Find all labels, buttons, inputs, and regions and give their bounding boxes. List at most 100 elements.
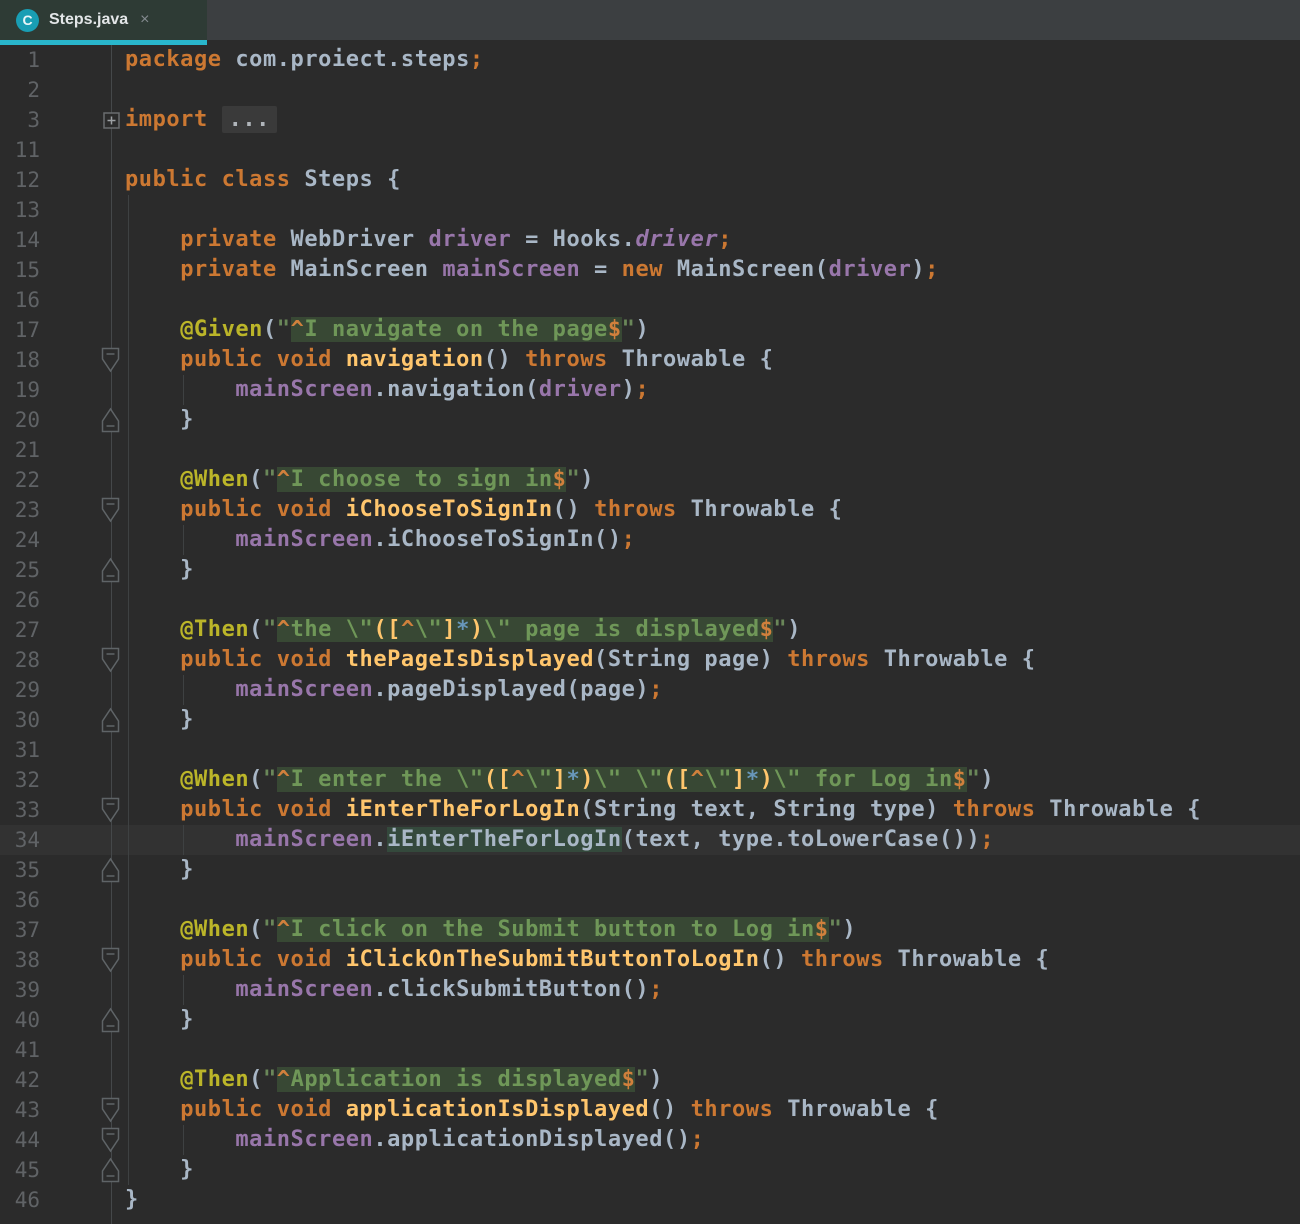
code-line: 20 } (0, 405, 1300, 435)
code-line: 38 public void iClickOnTheSubmitButtonTo… (0, 945, 1300, 975)
line-number: 43 (0, 1095, 40, 1125)
code-line: 17 @Given("^I navigate on the page$") (0, 315, 1300, 345)
line-number: 24 (0, 525, 40, 555)
line-number: 28 (0, 645, 40, 675)
line-number: 37 (0, 915, 40, 945)
code-line: 35 } (0, 855, 1300, 885)
code-line: 13 (0, 195, 1300, 225)
line-number: 31 (0, 735, 40, 765)
code-line: 11 (0, 135, 1300, 165)
indent-guide (183, 675, 184, 705)
code-line: 21 (0, 435, 1300, 465)
line-number: 16 (0, 285, 40, 315)
code-line: 25 } (0, 555, 1300, 585)
fold-up-icon[interactable] (101, 707, 120, 737)
fold-down-icon[interactable] (101, 1097, 120, 1127)
line-number: 35 (0, 855, 40, 885)
line-number: 27 (0, 615, 40, 645)
indent-guide (183, 1125, 184, 1155)
code-line: 44 mainScreen.applicationDisplayed(); (0, 1125, 1300, 1155)
line-number: 2 (0, 75, 40, 105)
code-text: public class Steps { (125, 165, 401, 195)
indent-guide (183, 975, 184, 1005)
code-text: } (125, 855, 194, 885)
code-line: 34 mainScreen.iEnterTheForLogIn(text, ty… (0, 825, 1300, 855)
code-text: public void applicationIsDisplayed() thr… (125, 1095, 939, 1125)
fold-expand-icon[interactable] (103, 112, 120, 133)
code-text: mainScreen.navigation(driver); (125, 375, 649, 405)
line-number: 26 (0, 585, 40, 615)
line-number: 12 (0, 165, 40, 195)
fold-down-icon[interactable] (101, 647, 120, 677)
code-line: 41 (0, 1035, 1300, 1065)
fold-down-icon[interactable] (101, 947, 120, 977)
line-number: 3 (0, 105, 40, 135)
code-text: @When("^I choose to sign in$") (125, 465, 594, 495)
class-icon-letter: C (22, 12, 32, 28)
code-line: 14 private WebDriver driver = Hooks.driv… (0, 225, 1300, 255)
code-line: 36 (0, 885, 1300, 915)
gutter-separator (111, 45, 112, 1224)
line-number: 20 (0, 405, 40, 435)
line-number: 14 (0, 225, 40, 255)
close-icon[interactable]: × (140, 11, 149, 29)
code-line: 12 public class Steps { (0, 165, 1300, 195)
code-text: public void iClickOnTheSubmitButtonToLog… (125, 945, 1049, 975)
code-line: 16 (0, 285, 1300, 315)
fold-down-icon[interactable] (101, 797, 120, 827)
line-number: 33 (0, 795, 40, 825)
code-lines: 1package com.proiect.steps;23import ...1… (0, 45, 1300, 1215)
line-number: 30 (0, 705, 40, 735)
fold-up-icon[interactable] (101, 1157, 120, 1187)
indent-guide (128, 195, 129, 1185)
code-line: 32 @When("^I enter the \"([^\"]*)\" \"([… (0, 765, 1300, 795)
line-number: 17 (0, 315, 40, 345)
code-text: package com.proiect.steps; (125, 45, 484, 75)
code-text: } (125, 1185, 139, 1215)
line-number: 45 (0, 1155, 40, 1185)
fold-up-icon[interactable] (101, 557, 120, 587)
code-line: 28 public void thePageIsDisplayed(String… (0, 645, 1300, 675)
code-line: 2 (0, 75, 1300, 105)
line-number: 21 (0, 435, 40, 465)
fold-up-icon[interactable] (101, 1007, 120, 1037)
fold-down-icon[interactable] (101, 347, 120, 377)
line-number: 40 (0, 1005, 40, 1035)
code-text: mainScreen.iChooseToSignIn(); (125, 525, 635, 555)
line-number: 13 (0, 195, 40, 225)
code-text: import ... (125, 105, 277, 135)
fold-down-icon[interactable] (101, 497, 120, 527)
fold-up-icon[interactable] (101, 407, 120, 437)
code-text: } (125, 405, 194, 435)
code-text: public void thePageIsDisplayed(String pa… (125, 645, 1036, 675)
code-line: 27 @Then("^the \"([^\"]*)\" page is disp… (0, 615, 1300, 645)
line-number: 22 (0, 465, 40, 495)
line-number: 11 (0, 135, 40, 165)
tab-title: Steps.java (49, 11, 128, 29)
tab-steps-java[interactable]: C Steps.java × (0, 0, 207, 45)
code-text: mainScreen.iEnterTheForLogIn(text, type.… (125, 825, 994, 855)
code-line: 45 } (0, 1155, 1300, 1185)
code-text: mainScreen.clickSubmitButton(); (125, 975, 663, 1005)
code-line: 22 @When("^I choose to sign in$") (0, 465, 1300, 495)
code-line: 42 @Then("^Application is displayed$") (0, 1065, 1300, 1095)
code-text: public void iEnterTheForLogIn(String tex… (125, 795, 1201, 825)
code-line: 33 public void iEnterTheForLogIn(String … (0, 795, 1300, 825)
code-line: 39 mainScreen.clickSubmitButton(); (0, 975, 1300, 1005)
line-number: 18 (0, 345, 40, 375)
fold-up-icon[interactable] (101, 857, 120, 887)
java-class-icon: C (16, 9, 39, 32)
code-line: 3 import ... (0, 105, 1300, 135)
code-text: mainScreen.pageDisplayed(page); (125, 675, 663, 705)
code-line: 37 @When("^I click on the Submit button … (0, 915, 1300, 945)
line-number: 25 (0, 555, 40, 585)
code-line: 23 public void iChooseToSignIn() throws … (0, 495, 1300, 525)
indent-guide (183, 825, 184, 855)
code-text: } (125, 1005, 194, 1035)
code-editor[interactable]: 1package com.proiect.steps;23import ...1… (0, 45, 1300, 1224)
line-number: 32 (0, 765, 40, 795)
line-number: 15 (0, 255, 40, 285)
line-number: 41 (0, 1035, 40, 1065)
line-number: 46 (0, 1185, 40, 1215)
fold-down-icon[interactable] (101, 1127, 120, 1157)
